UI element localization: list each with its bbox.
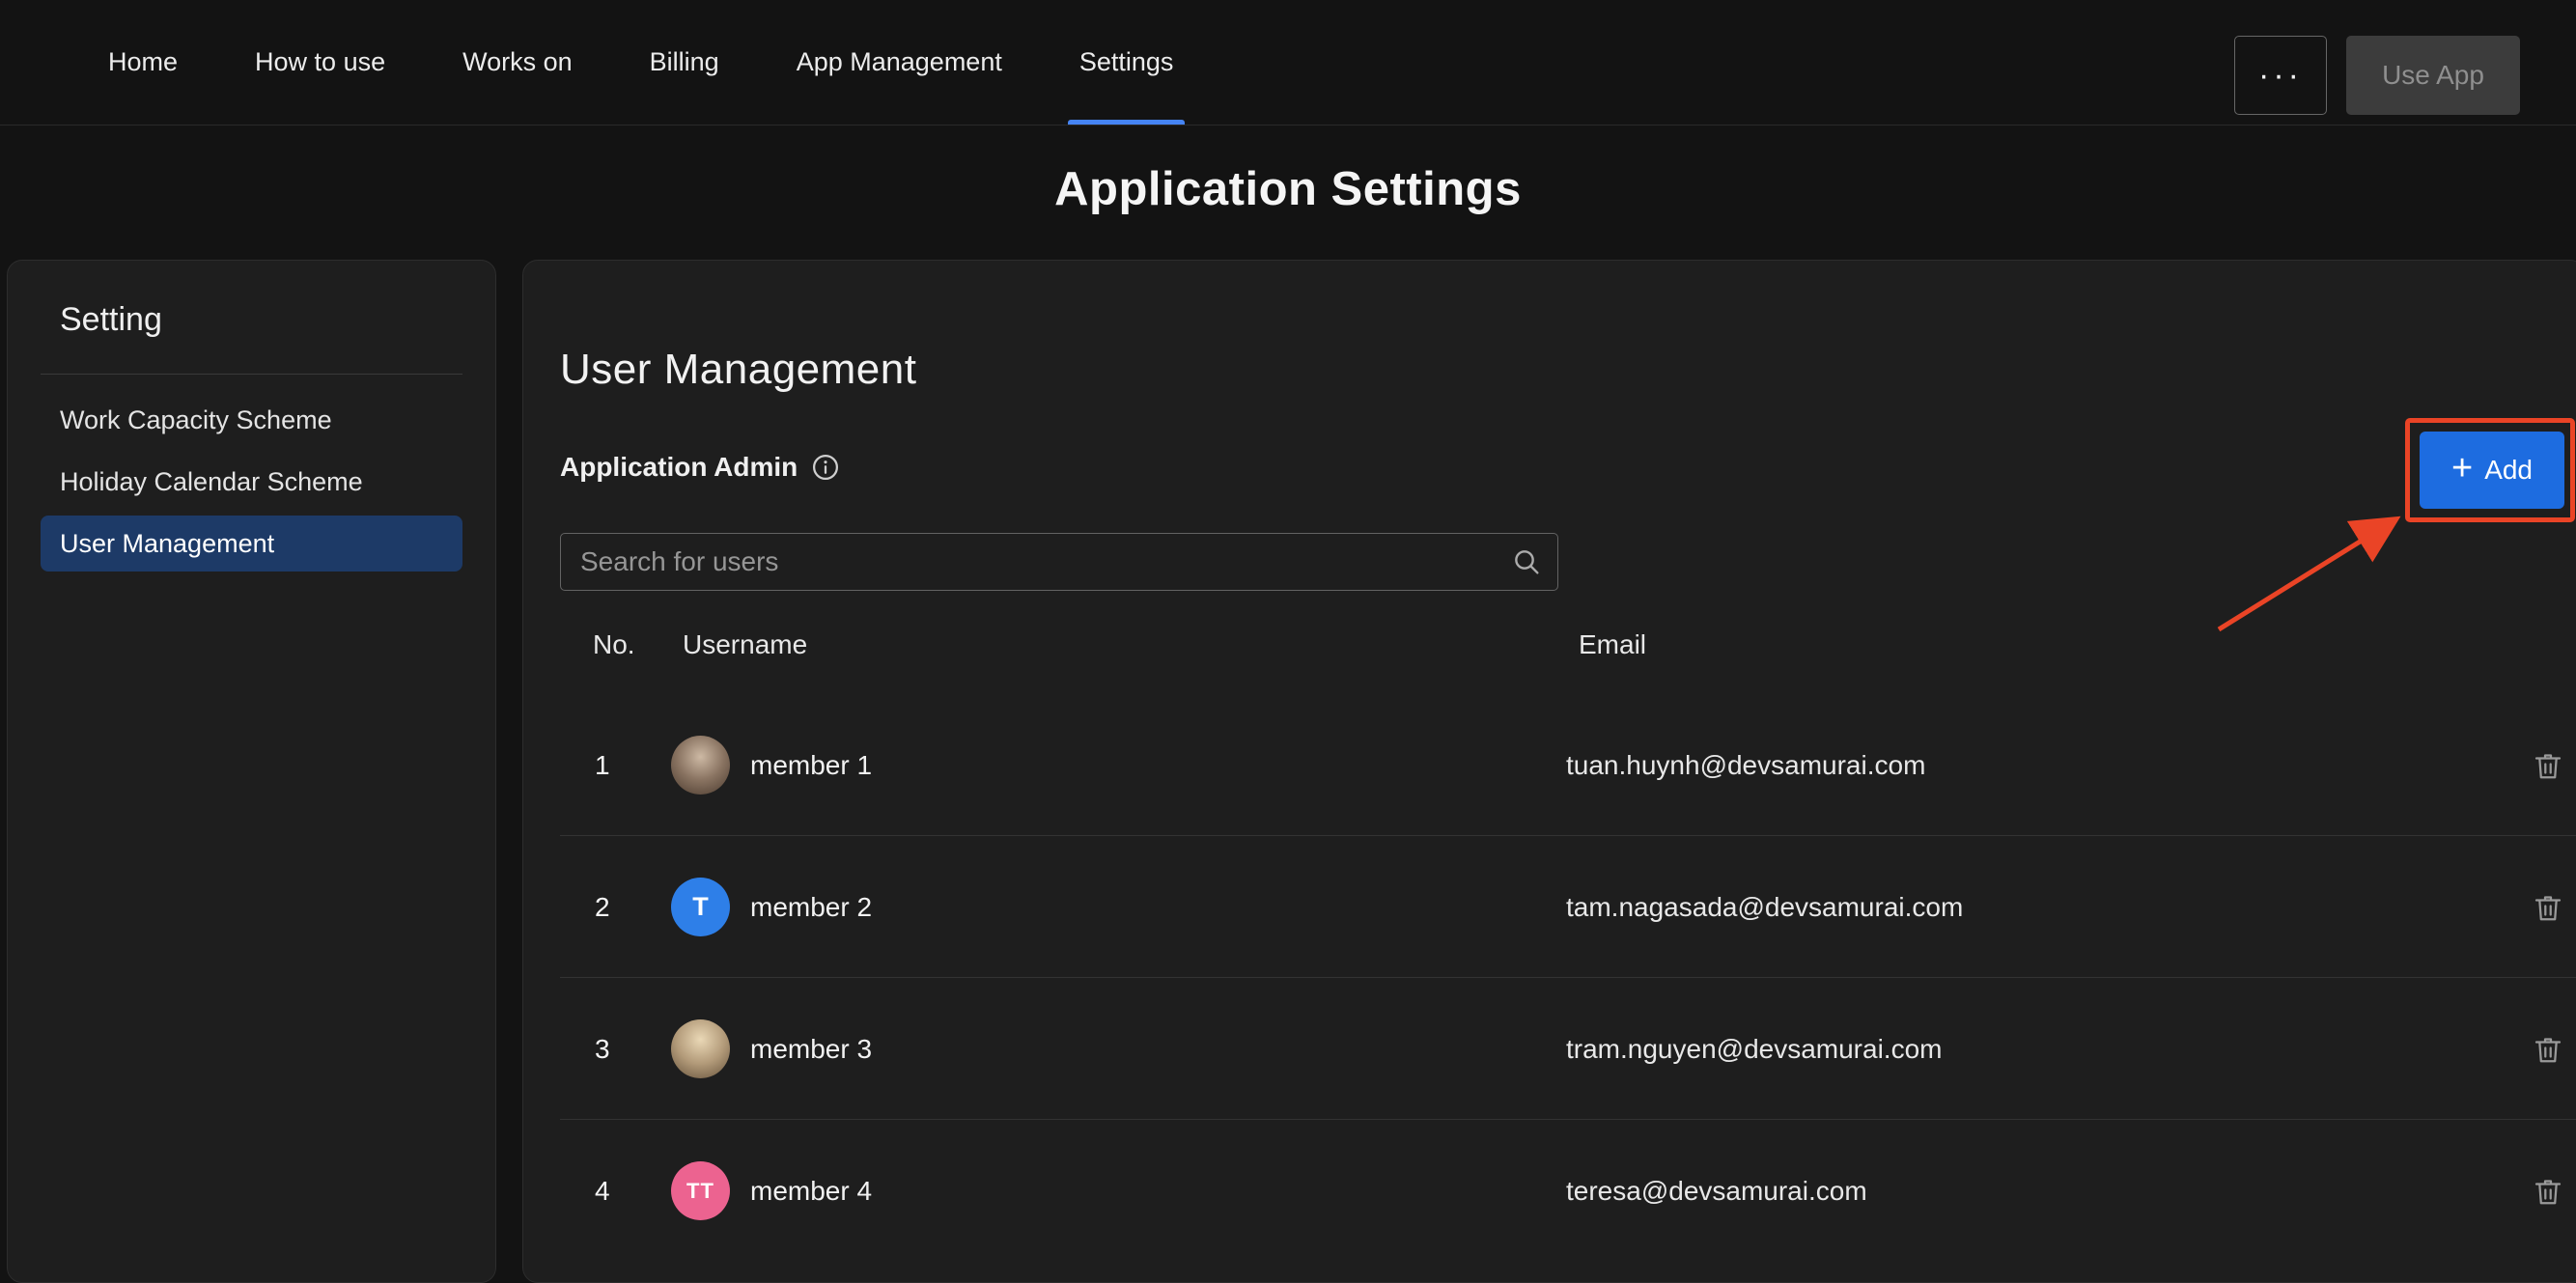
username: member 1: [750, 750, 872, 781]
table-row: 3 member 3 tram.nguyen@devsamurai.com: [560, 978, 2576, 1120]
add-button-label: Add: [2484, 455, 2533, 486]
avatar: TT: [671, 1161, 730, 1220]
email: tram.nguyen@devsamurai.com: [1566, 1034, 1942, 1065]
settings-sidebar: Setting Work Capacity Scheme Holiday Cal…: [7, 260, 496, 1283]
header-username: Username: [683, 629, 807, 660]
sidebar-divider: [41, 374, 462, 375]
users-table: No. Username Email 1 member 1 tuan.huynh…: [560, 616, 2576, 1282]
panel-title: User Management: [560, 346, 916, 394]
search-icon: [1511, 546, 1542, 577]
application-settings-page: { "nav": { "items": [ {"label": "Home", …: [0, 0, 2576, 1255]
row-number: 1: [595, 750, 610, 781]
row-number: 3: [595, 1034, 610, 1065]
sidebar-list: Work Capacity Scheme Holiday Calendar Sc…: [41, 392, 462, 572]
plus-icon: +: [2451, 450, 2473, 487]
delete-user-button[interactable]: [2531, 1174, 2565, 1209]
email: teresa@devsamurai.com: [1566, 1176, 1867, 1207]
application-admin-label: Application Admin: [560, 452, 798, 483]
sidebar-item-user-management[interactable]: User Management: [41, 516, 462, 572]
use-app-button[interactable]: Use App: [2346, 36, 2520, 115]
nav-tab-billing[interactable]: Billing: [650, 0, 719, 125]
avatar: [671, 1019, 730, 1078]
table-header: No. Username Email: [560, 616, 2576, 674]
info-icon[interactable]: [811, 453, 840, 482]
add-user-button[interactable]: + Add: [2420, 432, 2564, 509]
row-number: 2: [595, 892, 610, 923]
email: tam.nagasada@devsamurai.com: [1566, 892, 1963, 923]
table-row: 1 member 1 tuan.huynh@devsamurai.com: [560, 694, 2576, 836]
sidebar-item-holiday-calendar-scheme[interactable]: Holiday Calendar Scheme: [41, 454, 462, 510]
top-navbar: Home How to use Works on Billing App Man…: [0, 0, 2576, 126]
avatar: T: [671, 878, 730, 936]
header-no: No.: [593, 629, 635, 660]
sidebar-title: Setting: [41, 261, 462, 374]
row-number: 4: [595, 1176, 610, 1207]
nav-right-actions: ··· Use App: [2234, 36, 2520, 115]
delete-user-button[interactable]: [2531, 1032, 2565, 1067]
nav-tab-works-on[interactable]: Works on: [462, 0, 573, 125]
table-rows: 1 member 1 tuan.huynh@devsamurai.com 2 T…: [560, 694, 2576, 1262]
search-input[interactable]: [561, 534, 1557, 590]
table-row: 2 T member 2 tam.nagasada@devsamurai.com: [560, 836, 2576, 978]
username: member 3: [750, 1034, 872, 1065]
header-email: Email: [1579, 629, 1646, 660]
nav-tab-app-management[interactable]: App Management: [797, 0, 1002, 125]
delete-user-button[interactable]: [2531, 748, 2565, 783]
avatar: [671, 736, 730, 795]
more-options-button[interactable]: ···: [2234, 36, 2327, 115]
user-management-panel: User Management Application Admin + Add: [522, 260, 2576, 1283]
username: member 2: [750, 892, 872, 923]
sidebar-item-work-capacity-scheme[interactable]: Work Capacity Scheme: [41, 392, 462, 448]
nav-tab-how-to-use[interactable]: How to use: [255, 0, 385, 125]
page-title: Application Settings: [0, 162, 2576, 216]
username: member 4: [750, 1176, 872, 1207]
delete-user-button[interactable]: [2531, 890, 2565, 925]
search-box: [560, 533, 1558, 591]
email: tuan.huynh@devsamurai.com: [1566, 750, 1925, 781]
nav-tab-settings[interactable]: Settings: [1079, 0, 1174, 125]
table-row: 4 TT member 4 teresa@devsamurai.com: [560, 1120, 2576, 1262]
application-admin-section: Application Admin: [560, 452, 840, 483]
nav-tab-home[interactable]: Home: [108, 0, 178, 125]
